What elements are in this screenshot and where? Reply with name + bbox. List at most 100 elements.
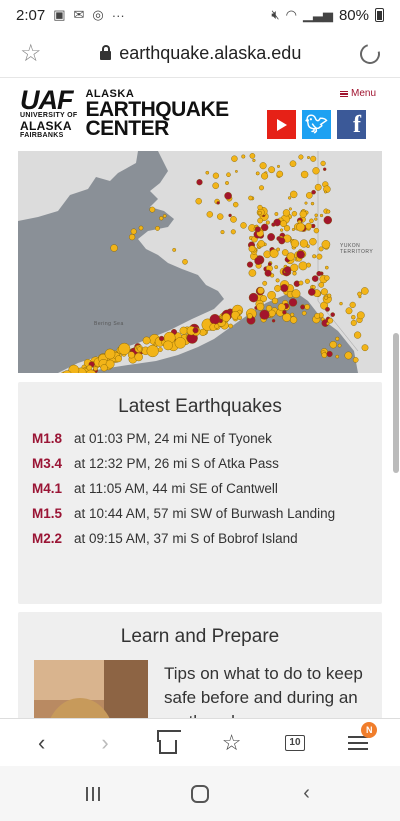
menu-button[interactable]: Menu [339,88,376,99]
quake-marker[interactable] [316,253,323,260]
quake-marker[interactable] [360,287,369,295]
quake-marker[interactable] [220,230,225,235]
quake-marker[interactable] [305,222,312,230]
quake-marker[interactable] [318,282,325,288]
quake-marker[interactable] [263,250,271,259]
quake-marker[interactable] [224,192,232,200]
quake-marker[interactable] [289,160,297,168]
quake-marker[interactable] [292,271,297,276]
bookmarks-button[interactable]: ☆ [215,726,249,760]
quake-marker[interactable] [314,183,322,191]
quake-marker[interactable] [290,263,299,272]
quake-marker[interactable] [163,340,173,351]
quake-marker[interactable] [324,275,330,281]
quake-marker[interactable] [329,340,337,349]
browser-menu-button[interactable]: N [341,721,378,760]
quake-marker[interactable] [110,244,118,252]
quake-marker[interactable] [304,304,310,310]
quake-marker[interactable] [271,297,279,305]
quake-marker[interactable] [252,158,256,162]
quake-marker[interactable] [314,312,321,319]
quake-marker[interactable] [291,227,295,231]
quake-marker[interactable] [276,170,284,178]
quake-marker[interactable] [118,342,131,355]
quake-marker[interactable] [316,270,322,277]
quake-marker[interactable] [216,213,224,220]
quake-marker[interactable] [230,216,237,223]
quake-marker[interactable] [275,278,280,283]
system-home-button[interactable] [180,774,220,814]
quake-marker[interactable] [361,344,369,352]
reload-icon[interactable] [356,39,384,68]
quake-marker[interactable] [326,350,333,358]
quake-marker[interactable] [288,196,292,200]
quake-marker[interactable] [274,212,279,216]
quake-marker[interactable] [268,309,276,317]
quake-marker[interactable] [325,306,330,312]
quake-marker[interactable] [298,280,304,286]
quake-marker[interactable] [290,316,298,324]
quake-marker[interactable] [257,204,263,211]
quake-marker[interactable] [354,331,362,339]
quake-marker[interactable] [257,217,263,224]
quake-marker[interactable] [314,213,318,218]
quake-marker[interactable] [306,262,311,268]
recents-button[interactable] [73,774,113,814]
quake-marker[interactable] [182,259,188,265]
quake-marker[interactable] [339,301,343,306]
quake-marker[interactable] [257,240,265,248]
quake-marker[interactable] [261,172,269,180]
quake-marker[interactable] [349,301,356,309]
quake-marker[interactable] [323,167,327,171]
quake-marker[interactable] [326,209,331,214]
quake-marker[interactable] [248,245,256,253]
quake-marker[interactable] [234,169,238,173]
quake-marker[interactable] [254,256,263,265]
quake-item[interactable]: M2.2 at 09:15 AM, 37 mi S of Bobrof Islan… [32,531,382,556]
twitter-icon[interactable]: 🐦︎ [302,110,331,139]
quake-marker[interactable] [267,233,276,241]
quake-marker[interactable] [277,164,281,168]
quake-marker[interactable] [246,313,253,319]
quake-marker[interactable] [228,213,232,218]
quake-marker[interactable] [290,312,295,317]
quake-marker[interactable] [216,201,220,205]
quake-marker[interactable] [195,198,202,205]
quake-marker[interactable] [309,237,317,246]
quake-marker[interactable] [134,352,143,362]
quake-marker[interactable] [310,155,317,162]
quake-marker[interactable] [312,167,320,175]
quake-marker[interactable] [319,213,324,218]
quake-marker[interactable] [128,233,136,241]
quake-marker[interactable] [352,357,359,363]
quake-marker[interactable] [320,288,328,296]
quake-marker[interactable] [264,269,272,277]
quake-marker[interactable] [268,166,276,174]
quake-marker[interactable] [280,228,284,232]
quake-marker[interactable] [146,344,159,358]
quake-marker[interactable] [172,248,177,252]
quake-marker[interactable] [205,170,210,175]
quake-marker[interactable] [305,192,313,199]
quake-marker[interactable] [321,240,331,249]
quake-marker[interactable] [299,210,307,218]
quake-marker[interactable] [344,351,353,360]
quake-marker[interactable] [318,246,324,252]
quake-item[interactable]: M3.4 at 12:32 PM, 26 mi S of Atka Pass [32,456,382,481]
quake-marker[interactable] [212,182,219,190]
quake-marker[interactable] [206,211,214,218]
quake-marker[interactable] [259,309,270,320]
quake-marker[interactable] [262,280,268,286]
quake-marker[interactable] [296,222,305,232]
quake-marker[interactable] [284,266,292,274]
quake-marker[interactable] [249,153,256,159]
quake-marker[interactable] [86,364,93,371]
quake-marker[interactable] [100,364,108,372]
quake-marker[interactable] [326,322,330,326]
quake-marker[interactable] [257,210,262,216]
quake-marker[interactable] [255,171,260,176]
quake-marker[interactable] [271,222,276,227]
quake-marker[interactable] [335,354,340,359]
quake-marker[interactable] [298,261,308,271]
quake-marker[interactable] [291,211,298,217]
